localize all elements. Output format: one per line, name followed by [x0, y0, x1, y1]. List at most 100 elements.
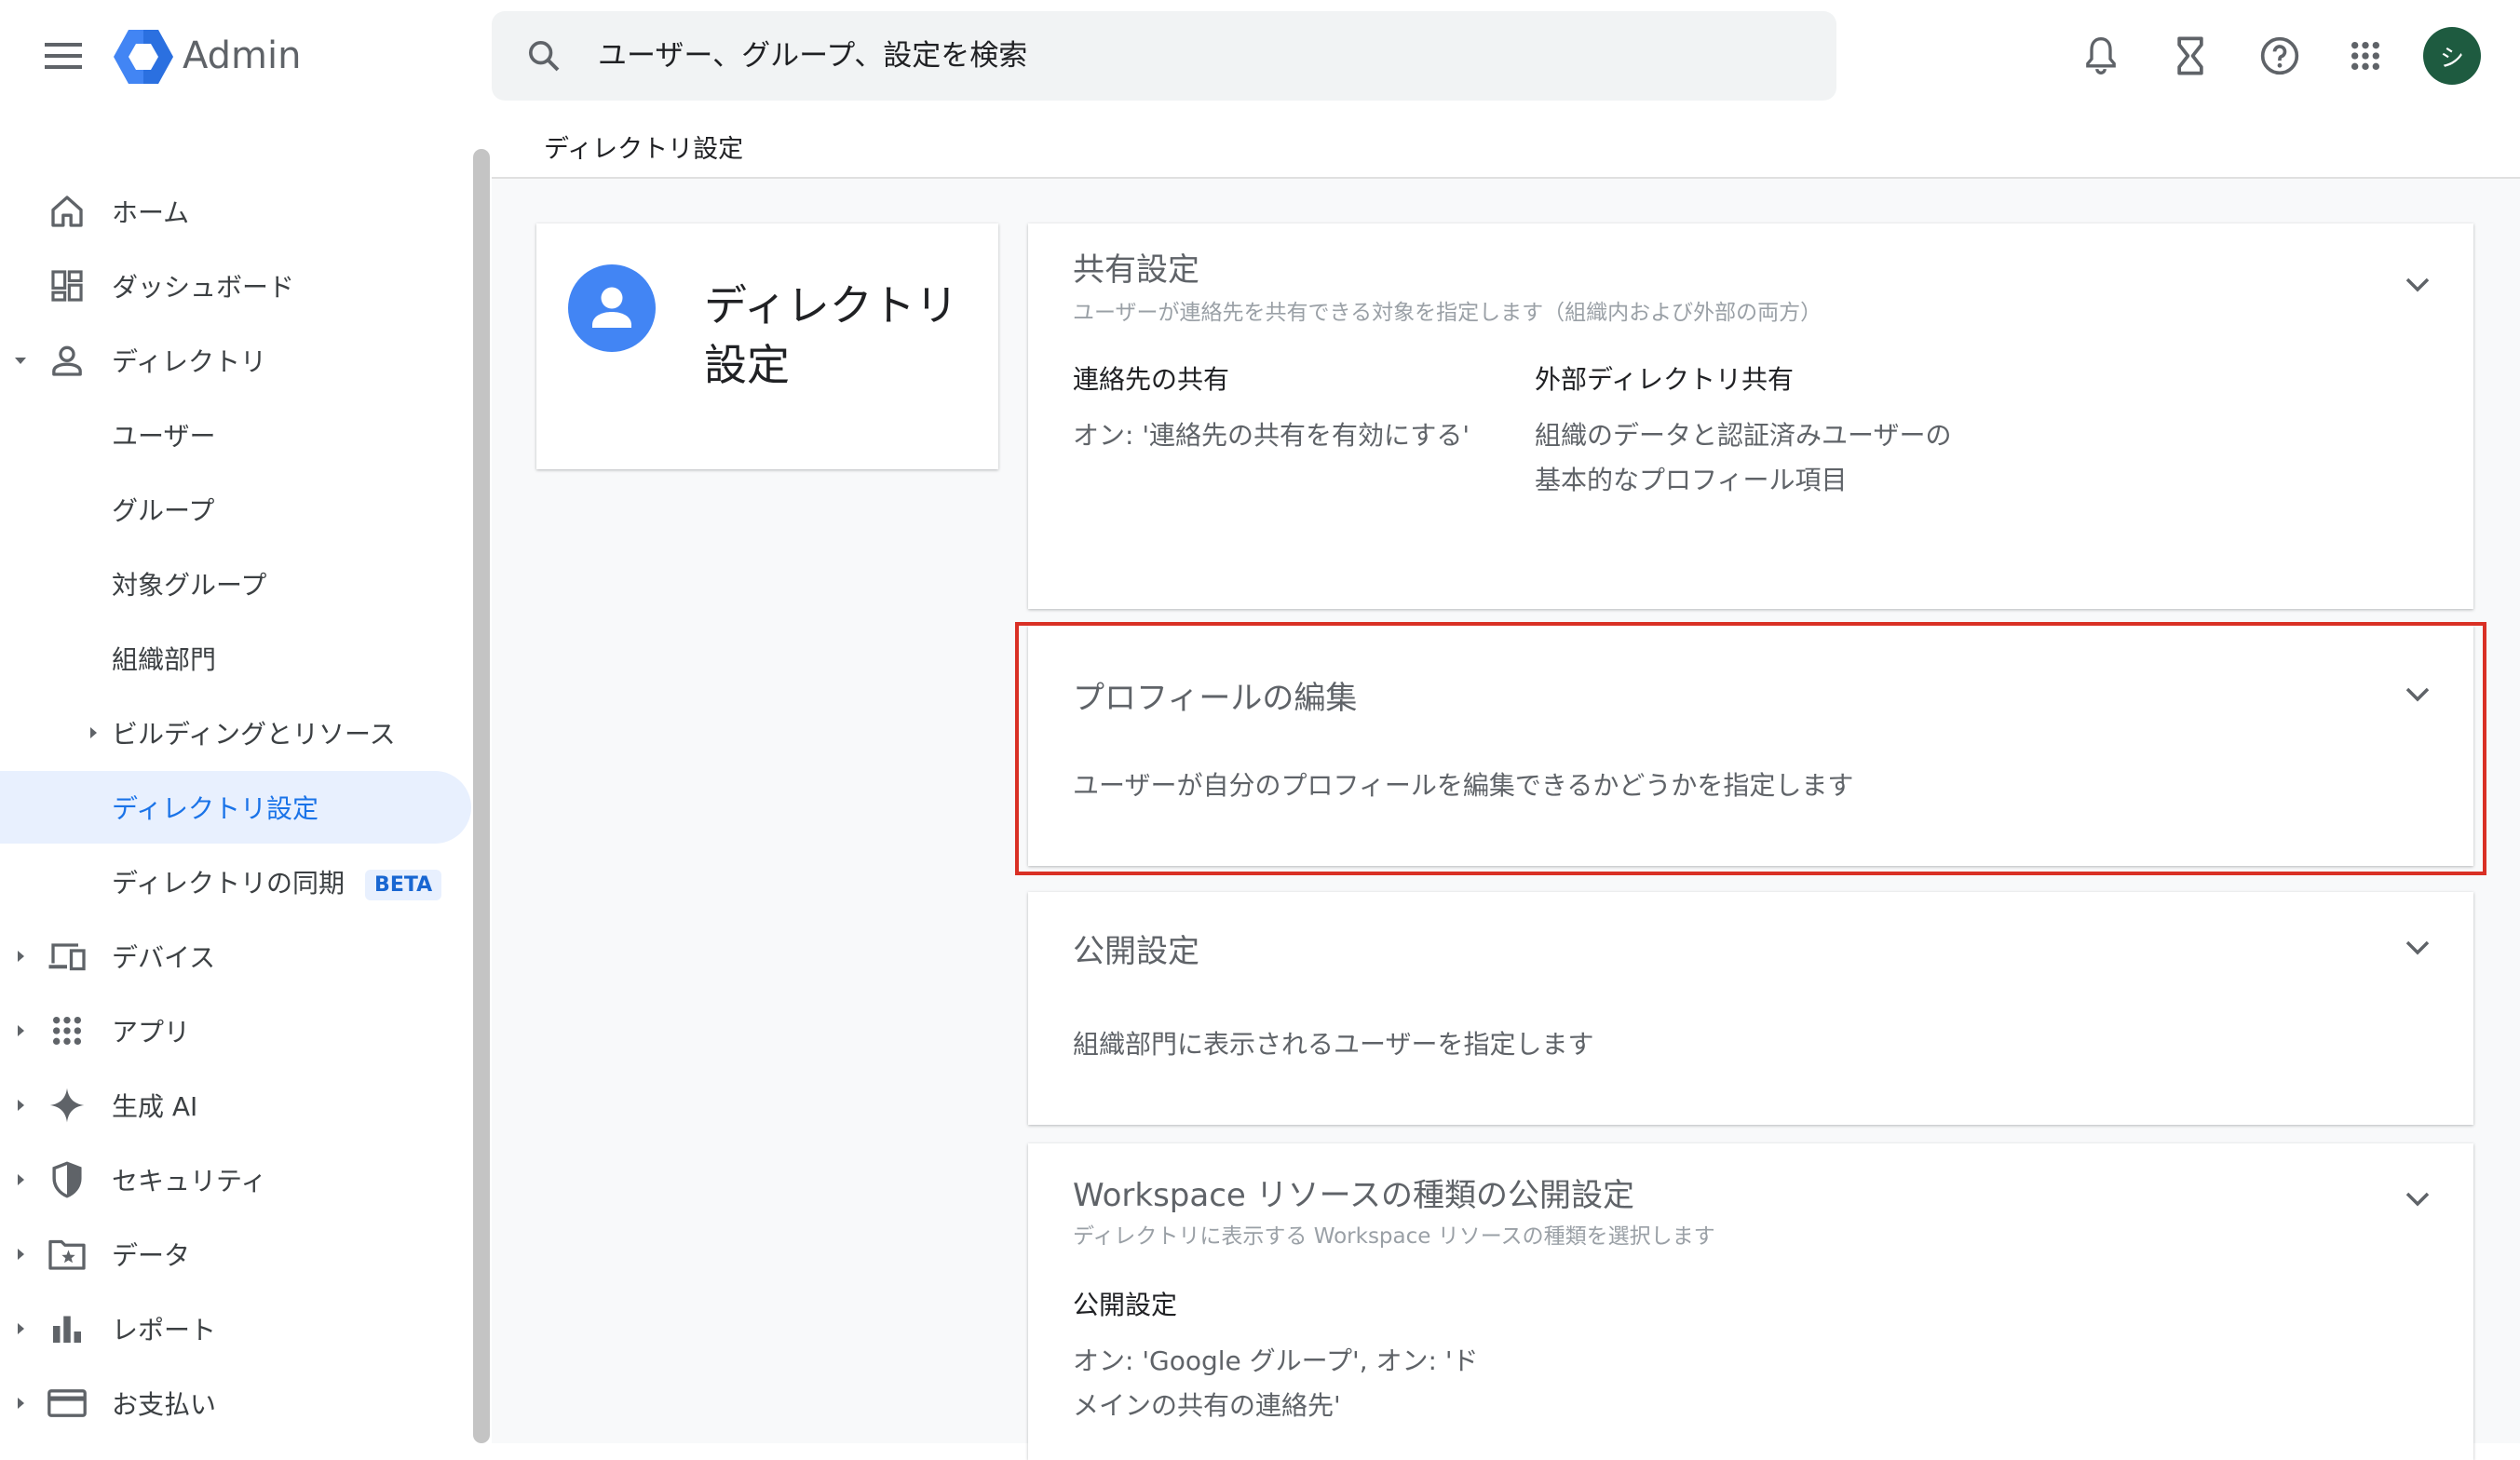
sidebar-item-label: アプリ: [112, 1017, 191, 1048]
collapsed-arrow-icon[interactable]: [13, 949, 28, 964]
apps-grid-icon: [2351, 41, 2380, 71]
sidebar-item-apps[interactable]: アプリ: [0, 994, 471, 1067]
sidebar-item-target-groups[interactable]: 対象グループ: [0, 548, 471, 620]
hamburger-menu-icon: [45, 43, 82, 69]
sidebar-item-security[interactable]: セキュリティ: [0, 1143, 471, 1216]
folder-star-icon: [45, 1232, 89, 1277]
app-name[interactable]: Admin: [183, 32, 301, 80]
hourglass-icon: [2177, 36, 2203, 75]
sidebar-item-directory-sync[interactable]: ディレクトリの同期 BETA: [0, 845, 471, 918]
sidebar-item-label: データ: [112, 1240, 191, 1271]
card-subtitle: ディレクトリに表示する Workspace リソースの種類を選択します: [1073, 1224, 1715, 1249]
credit-card-icon: [45, 1381, 89, 1426]
workspace-resource-visibility-card[interactable]: Workspace リソースの種類の公開設定 ディレクトリに表示する Works…: [1028, 1143, 2473, 1460]
chevron-down-icon: [2405, 940, 2430, 955]
expanded-arrow-icon[interactable]: [13, 353, 28, 368]
admin-logo[interactable]: [114, 28, 173, 86]
notifications-button[interactable]: [2073, 28, 2129, 84]
sidebar-item-label: 対象グループ: [112, 570, 267, 601]
google-apps-button[interactable]: [2337, 28, 2393, 84]
sidebar-item-billing[interactable]: お支払い: [0, 1367, 471, 1440]
sidebar-item-label: ダッシュボード: [112, 272, 295, 303]
sidebar-item-label: ディレクトリ設定: [112, 793, 319, 824]
sidebar-item-reports[interactable]: レポート: [0, 1292, 471, 1365]
main-menu-button[interactable]: [34, 30, 93, 82]
search-bar[interactable]: [492, 11, 1836, 101]
sidebar-item-directory-settings[interactable]: ディレクトリ設定: [0, 771, 471, 844]
chevron-down-icon: [2405, 277, 2430, 292]
chevron-down-icon: [2405, 1192, 2430, 1207]
search-input[interactable]: [598, 11, 1809, 101]
sidebar-item-groups[interactable]: グループ: [0, 473, 471, 546]
sidebar: ホーム ダッシュボード ディレクトリ ユーザー グループ 対象グループ 組織部門…: [0, 112, 484, 1443]
search-icon[interactable]: [525, 37, 562, 74]
admin-hexagon-logo-icon: [114, 30, 173, 84]
expand-chevron-button[interactable]: [2399, 266, 2436, 304]
account-avatar[interactable]: シ: [2423, 27, 2481, 85]
expand-chevron-button[interactable]: [2399, 929, 2436, 967]
sidebar-item-label: ユーザー: [112, 421, 216, 452]
sidebar-item-directory[interactable]: ディレクトリ: [0, 324, 471, 397]
card-description: 組織部門に表示されるユーザーを指定します: [1073, 1029, 1594, 1060]
sharing-settings-card[interactable]: 共有設定 ユーザーが連絡先を共有できる対象を指定します（組織内および外部の両方）…: [1028, 223, 2473, 609]
collapsed-arrow-icon[interactable]: [13, 1098, 28, 1113]
collapsed-arrow-icon[interactable]: [13, 1247, 28, 1262]
page-title-card: ディレクトリ設定: [536, 223, 998, 469]
collapsed-arrow-icon[interactable]: [86, 725, 101, 740]
collapsed-arrow-icon[interactable]: [13, 1321, 28, 1336]
sidebar-item-devices[interactable]: デバイス: [0, 920, 471, 993]
card-title: 共有設定: [1073, 251, 1199, 289]
visibility-setting-label: 公開設定: [1073, 1290, 1178, 1320]
sparkle-icon: [45, 1083, 89, 1128]
card-title: Workspace リソースの種類の公開設定: [1073, 1177, 1634, 1214]
contact-sharing-label: 連絡先の共有: [1073, 364, 1230, 395]
sidebar-item-label: グループ: [112, 495, 215, 526]
home-icon: [45, 189, 89, 234]
card-subtitle: ユーザーが連絡先を共有できる対象を指定します（組織内および外部の両方）: [1073, 301, 1822, 325]
card-title: 公開設定: [1073, 933, 1199, 970]
breadcrumb: ディレクトリ設定: [544, 135, 744, 164]
sidebar-scrollbar[interactable]: [473, 149, 490, 1443]
beta-badge: BETA: [365, 869, 442, 900]
avatar-initial: シ: [2439, 44, 2464, 73]
external-directory-sharing-value: 組織のデータと認証済みユーザーの基本的なプロフィール項目: [1535, 420, 1952, 495]
external-directory-sharing-label: 外部ディレクトリ共有: [1535, 364, 1795, 395]
contact-sharing-value: オン: '連絡先の共有を有効にする': [1073, 420, 1470, 451]
bell-icon: [2086, 36, 2116, 74]
sidebar-item-label: ディレクトリ: [112, 346, 267, 377]
sidebar-item-gen-ai[interactable]: 生成 AI: [0, 1069, 471, 1142]
page-title: ディレクトリ設定: [704, 280, 958, 390]
visibility-settings-card[interactable]: 公開設定 組織部門に表示されるユーザーを指定します: [1028, 892, 2473, 1125]
sidebar-item-label: ビルディングとリソース: [112, 719, 396, 750]
apps-icon: [45, 1008, 89, 1053]
collapsed-arrow-icon[interactable]: [13, 1172, 28, 1187]
person-icon: [45, 338, 89, 383]
help-icon: [2260, 36, 2299, 75]
sidebar-item-label: お支払い: [112, 1389, 217, 1420]
top-bar: Admin シ: [0, 0, 2520, 112]
sidebar-item-label: レポート: [112, 1315, 217, 1345]
collapsed-arrow-icon[interactable]: [13, 1023, 28, 1038]
expand-chevron-button[interactable]: [2399, 1181, 2436, 1218]
sidebar-item-label: 生成 AI: [112, 1091, 198, 1122]
shield-icon: [45, 1157, 89, 1202]
help-button[interactable]: [2252, 28, 2308, 84]
sidebar-item-label: ホーム: [112, 197, 190, 228]
sidebar-item-label: ディレクトリの同期 BETA: [112, 863, 442, 900]
sidebar-item-home[interactable]: ホーム: [0, 175, 471, 248]
sidebar-item-label: 組織部門: [112, 644, 217, 675]
dashboard-icon: [45, 264, 89, 308]
bar-chart-icon: [45, 1306, 89, 1351]
sidebar-item-users[interactable]: ユーザー: [0, 399, 471, 471]
highlight-box: [1015, 622, 2486, 875]
sidebar-item-dashboard[interactable]: ダッシュボード: [0, 250, 471, 322]
collapsed-arrow-icon[interactable]: [13, 1396, 28, 1411]
sidebar-item-label: セキュリティ: [112, 1166, 267, 1196]
sidebar-item-data[interactable]: データ: [0, 1218, 471, 1291]
sidebar-item-buildings-resources[interactable]: ビルディングとリソース: [0, 696, 471, 769]
sidebar-item-label: デバイス: [112, 942, 216, 973]
devices-icon: [45, 934, 89, 979]
sidebar-item-org-units[interactable]: 組織部門: [0, 622, 471, 695]
tasks-button[interactable]: [2162, 28, 2218, 84]
person-circle-icon: [568, 264, 656, 352]
